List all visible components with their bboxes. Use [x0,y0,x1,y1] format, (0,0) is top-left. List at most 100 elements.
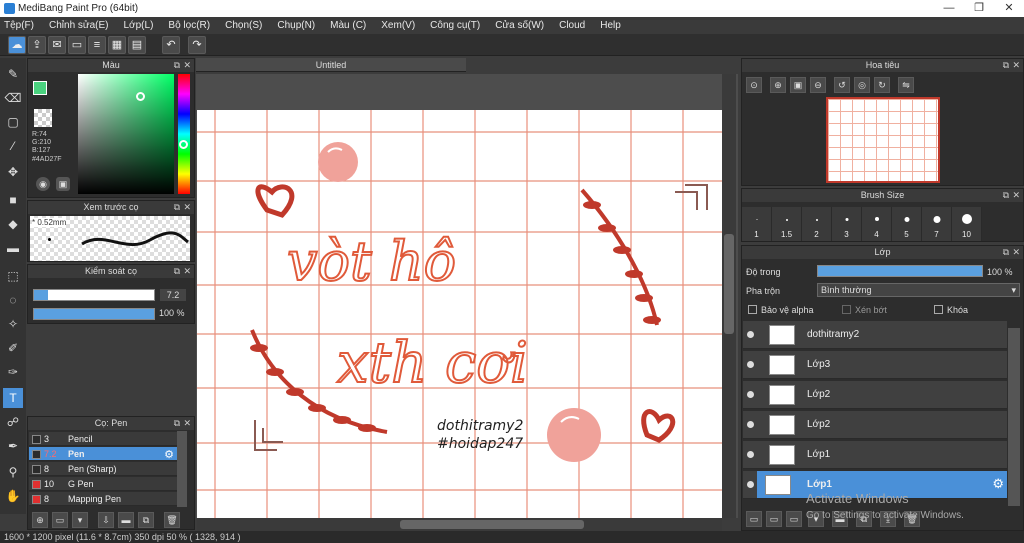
zoom-actual-icon[interactable]: ▣ [790,77,806,93]
fill-rect-tool-icon[interactable]: ■ [3,190,23,210]
artboard[interactable]: vòt hô xth cơi dothitramy2 #hoidap247 [197,110,722,518]
brush-delete-icon[interactable]: 🗑 [164,512,180,528]
new-halftone-layer-icon[interactable]: ▭ [786,511,802,527]
rect-select-tool-icon[interactable]: ▢ [3,112,23,132]
lasso-tool-icon[interactable]: ◌ [3,290,23,310]
brush-size-option[interactable]: 1.5 [772,207,802,241]
transparent-swatch[interactable] [34,109,52,127]
saturation-value-picker[interactable] [78,74,174,194]
canvas-horizontal-scrollbar[interactable] [197,518,722,531]
new-layer-2-icon[interactable]: ▭ [766,511,782,527]
brush-item-mapping-pen[interactable]: 8 Mapping Pen [29,492,177,506]
gradient-tool-icon[interactable]: ▬ [3,238,23,258]
palette-icon[interactable]: ◉ [36,177,50,191]
undock-icon[interactable]: ⧉ [174,201,180,214]
menu-help[interactable]: Help [600,20,621,31]
canvas-vertical-scrollbar[interactable] [722,74,736,518]
hue-cursor[interactable] [179,140,188,149]
eye-icon[interactable] [747,361,754,368]
brush-size-option[interactable]: 2 [802,207,832,241]
navigator-thumbnail[interactable] [826,97,940,183]
protect-alpha-checkbox[interactable] [748,305,757,314]
brush-options-icon[interactable]: ▾ [72,512,88,528]
menu-view[interactable]: Xem(V) [381,20,415,31]
hscroll-thumb[interactable] [400,520,584,529]
brush-item-pencil[interactable]: 3 Pencil [29,432,177,446]
page-list-icon[interactable]: ≡ [88,36,106,54]
close-panel-icon[interactable]: ✕ [1012,189,1020,202]
color-set-icon[interactable]: ▣ [56,177,70,191]
brush-folder-icon[interactable]: ▬ [118,512,134,528]
close-panel-icon[interactable]: ✕ [183,265,191,278]
eye-icon[interactable] [747,421,754,428]
brush-size-value[interactable]: 7.2 [160,289,186,301]
menu-tools[interactable]: Công cụ(T) [430,20,480,31]
operation-tool-icon[interactable]: ☍ [3,412,23,432]
menu-edit[interactable]: Chỉnh sửa(E) [49,20,109,31]
hand-tool-icon[interactable]: ✋ [3,486,23,506]
brush-size-option[interactable]: 5 [892,207,922,241]
brush-item-g-pen[interactable]: 10 G Pen [29,477,177,491]
brush-size-option[interactable]: 4 [862,207,892,241]
undock-icon[interactable]: ⧉ [1003,246,1009,259]
layer-row[interactable]: Lớp2 [743,411,1007,439]
clipping-checkbox[interactable] [842,305,851,314]
new-brush-icon[interactable]: ▭ [52,512,68,528]
menu-select[interactable]: Chọn(S) [225,20,262,31]
undock-icon[interactable]: ⧉ [174,417,180,430]
picker-cursor[interactable] [136,92,145,101]
brush-size-option[interactable]: 1 [742,207,772,241]
menu-window[interactable]: Cửa số(W) [495,20,544,31]
brush-size-option[interactable]: 3 [832,207,862,241]
rotate-right-icon[interactable]: ↻ [874,77,890,93]
eye-icon[interactable] [747,451,754,458]
zoom-out-icon[interactable]: ⊖ [810,77,826,93]
eraser-tool-icon[interactable]: ⌫ [3,88,23,108]
close-panel-icon[interactable]: ✕ [1012,246,1020,259]
bucket-tool-icon[interactable]: ◆ [3,214,23,234]
menu-color[interactable]: Màu (C) [330,20,366,31]
select-eraser-tool-icon[interactable]: ✑ [3,362,23,382]
document-tab[interactable]: Untitled [196,58,466,72]
brush-size-slider[interactable] [33,289,155,301]
redo-icon[interactable]: ↷ [188,36,206,54]
brush-copy-icon[interactable]: ⧉ [138,512,154,528]
add-brush-icon[interactable]: ⊕ [32,512,48,528]
brush-size-option[interactable]: 7 [922,207,952,241]
comment-icon[interactable]: ✉ [48,36,66,54]
brush-item-pen[interactable]: 7.2 Pen ⚙ [29,447,177,461]
layer-settings-icon[interactable]: ⚙ [992,476,1004,492]
layer-opacity-slider[interactable] [817,265,983,277]
main-color-swatch[interactable] [33,81,47,95]
layer-row[interactable]: Lớp1 [743,441,1007,469]
grid-icon[interactable]: ▤ [128,36,146,54]
new-layer-icon[interactable]: ▭ [746,511,762,527]
close-panel-icon[interactable]: ✕ [183,59,191,72]
dropper-tool-icon[interactable]: ✒ [3,436,23,456]
move-tool-icon[interactable]: ✥ [3,162,23,182]
undock-icon[interactable]: ⧉ [1003,189,1009,202]
brush-import-icon[interactable]: ⇩ [98,512,114,528]
menu-snap[interactable]: Chụp(N) [277,20,315,31]
zoom-fit-icon[interactable]: ⊙ [746,77,762,93]
zoom-in-icon[interactable]: ⊕ [770,77,786,93]
brush-list-scrollbar[interactable] [177,431,187,507]
brush-item-pen-sharp[interactable]: 8 Pen (Sharp) [29,462,177,476]
menu-cloud[interactable]: Cloud [559,20,585,31]
layer-row[interactable]: Lớp2 [743,381,1007,409]
eye-icon[interactable] [747,481,754,488]
brush-size-option[interactable]: 10 [952,207,982,241]
eye-icon[interactable] [747,331,754,338]
undock-icon[interactable]: ⧉ [174,265,180,278]
layer-row[interactable]: dothitramy2 [743,321,1007,349]
dot-tool-icon[interactable]: ⁄ [3,136,23,156]
maximize-button[interactable]: ❐ [964,0,994,17]
close-panel-icon[interactable]: ✕ [1012,59,1020,72]
layer-row[interactable]: Lớp3 [743,351,1007,379]
blend-mode-select[interactable]: Bình thường ▾ [817,283,1020,297]
menu-file[interactable]: Tệp(F) [4,20,34,31]
select-tool-icon[interactable]: ⬚ [3,266,23,286]
close-button[interactable]: ✕ [994,0,1024,17]
layer-list-scrollbar[interactable] [1008,328,1020,506]
text-tool-icon[interactable]: T [3,388,23,408]
